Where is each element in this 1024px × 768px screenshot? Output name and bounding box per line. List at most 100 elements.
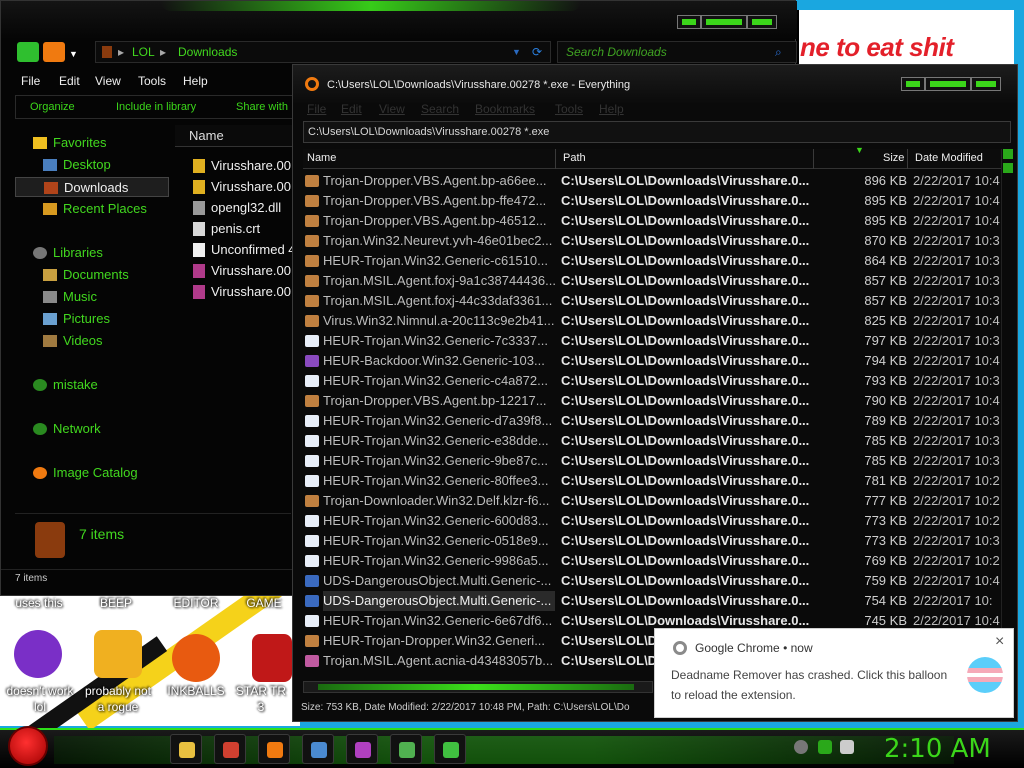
sidebar-item-libraries[interactable]: Libraries (15, 243, 169, 263)
vertical-scrollbar[interactable] (1001, 149, 1013, 689)
close-icon[interactable]: × (995, 633, 1004, 651)
back-arrow-icon[interactable] (17, 42, 39, 62)
sidebar-item-documents[interactable]: Documents (15, 265, 169, 285)
search-input[interactable]: Search Downloads (557, 41, 797, 63)
menu-search[interactable]: Search (421, 102, 459, 116)
column-header-size[interactable]: Size (883, 152, 904, 164)
include-in-library-button[interactable]: Include in library (116, 101, 196, 113)
menu-help[interactable]: Help (183, 74, 208, 88)
column-header-name[interactable]: Name (175, 125, 295, 147)
result-row[interactable]: Trojan-Dropper.VBS.Agent.bp-46512... C:\U… (303, 211, 1003, 231)
tray-arrow-icon[interactable] (794, 740, 808, 754)
menu-tools[interactable]: Tools (138, 74, 166, 88)
minimize-button[interactable] (677, 15, 701, 29)
forward-arrow-icon[interactable] (43, 42, 65, 62)
result-row[interactable]: HEUR-Trojan.Win32.Generic-7c3337... C:\Us… (303, 331, 1003, 351)
search-icon[interactable]: ⌕ (775, 45, 782, 60)
breadcrumb-item[interactable]: Downloads (178, 42, 237, 62)
sidebar-item-pictures[interactable]: Pictures (15, 309, 169, 329)
organize-button[interactable]: Organize (30, 101, 75, 113)
sidebar-item-desktop[interactable]: Desktop (15, 155, 169, 175)
result-row[interactable]: Trojan-Downloader.Win32.Delf.klzr-f6... C… (303, 491, 1003, 511)
scroll-thumb[interactable] (318, 684, 634, 690)
taskbar-clock[interactable]: 2:10 AM (884, 734, 991, 764)
result-row[interactable]: Trojan.Win32.Neurevt.yvh-46e01bec2... C:\… (303, 231, 1003, 251)
close-button[interactable] (971, 77, 1001, 91)
result-row[interactable]: HEUR-Trojan.Win32.Generic-9be87c... C:\Us… (303, 451, 1003, 471)
result-path: C:\Users\LOL\Downloads\Virusshare.0... (561, 533, 810, 548)
result-row[interactable]: Trojan-Dropper.VBS.Agent.bp-12217... C:\U… (303, 391, 1003, 411)
result-row[interactable]: UDS-DangerousObject.Multi.Generic-... C:\… (303, 571, 1003, 591)
column-header-path[interactable]: Path (563, 152, 586, 164)
menu-file[interactable]: File (21, 74, 40, 88)
file-item[interactable]: Virusshare.00 (185, 281, 305, 302)
result-row[interactable]: HEUR-Trojan.Win32.Generic-80ffee3... C:\U… (303, 471, 1003, 491)
refresh-icon[interactable]: ⟳ (532, 42, 542, 62)
sidebar-item-image-catalog[interactable]: Image Catalog (15, 463, 169, 483)
taskbar-button[interactable] (214, 734, 246, 764)
sidebar-item-videos[interactable]: Videos (15, 331, 169, 351)
file-item[interactable]: Virusshare.00 (185, 260, 305, 281)
result-row[interactable]: Trojan-Dropper.VBS.Agent.bp-ffe472... C:\… (303, 191, 1003, 211)
scroll-thumb[interactable] (1003, 163, 1013, 173)
close-button[interactable] (747, 15, 777, 29)
chrome-notification[interactable]: Google Chrome • now × Deadname Remover h… (654, 628, 1014, 718)
everything-title-bar[interactable]: C:\Users\LOL\Downloads\Virusshare.00278 … (293, 65, 1017, 105)
start-button[interactable] (8, 726, 48, 766)
taskbar-button[interactable] (434, 734, 466, 764)
result-row[interactable]: HEUR-Trojan.Win32.Generic-9986a5... C:\Us… (303, 551, 1003, 571)
maximize-button[interactable] (925, 77, 971, 91)
result-row[interactable]: HEUR-Backdoor.Win32.Generic-103... C:\Use… (303, 351, 1003, 371)
column-header-date-modified[interactable]: Date Modified (915, 152, 983, 164)
menu-edit[interactable]: Edit (341, 102, 362, 116)
address-bar[interactable]: ▸ LOL ▸ Downloads ▼ ⟳ (95, 41, 551, 63)
file-item[interactable]: penis.crt (185, 218, 305, 239)
taskbar-button[interactable] (258, 734, 290, 764)
file-item[interactable]: Virusshare.00 (185, 176, 305, 197)
result-row[interactable]: Trojan.MSIL.Agent.foxj-9a1c38744436... C:… (303, 271, 1003, 291)
menu-view[interactable]: View (95, 74, 121, 88)
taskbar-button[interactable] (346, 734, 378, 764)
sidebar-item-music[interactable]: Music (15, 287, 169, 307)
sidebar-item-downloads[interactable]: Downloads (15, 177, 169, 197)
file-item[interactable]: Unconfirmed 4 (185, 239, 305, 260)
file-item[interactable]: opengl32.dll (185, 197, 305, 218)
result-row[interactable]: Trojan.MSIL.Agent.foxj-44c33daf3361... C:… (303, 291, 1003, 311)
volume-icon[interactable] (840, 740, 854, 754)
menu-bookmarks[interactable]: Bookmarks (475, 102, 535, 116)
taskbar-button[interactable] (302, 734, 334, 764)
menu-help[interactable]: Help (599, 102, 624, 116)
result-row[interactable]: HEUR-Trojan.Win32.Generic-c61510... C:\Us… (303, 251, 1003, 271)
file-item[interactable]: Virusshare.00 (185, 155, 305, 176)
minimize-button[interactable] (901, 77, 925, 91)
network-status-icon[interactable] (818, 740, 832, 754)
menu-file[interactable]: File (307, 102, 326, 116)
result-row[interactable]: Virus.Win32.Nimnul.a-20c113c9e2b41... C:\… (303, 311, 1003, 331)
explorer-title-bar[interactable] (1, 1, 797, 39)
column-header-name[interactable]: Name (307, 152, 336, 164)
horizontal-scrollbar[interactable] (303, 681, 653, 693)
result-row[interactable]: HEUR-Trojan.Win32.Generic-e38dde... C:\Us… (303, 431, 1003, 451)
address-dropdown-icon[interactable]: ▼ (512, 42, 521, 62)
menu-view[interactable]: View (379, 102, 405, 116)
sidebar-item-favorites[interactable]: Favorites (15, 133, 169, 153)
maximize-button[interactable] (701, 15, 747, 29)
recent-pages-chevron-icon[interactable]: ▼ (69, 49, 78, 59)
result-row[interactable]: HEUR-Trojan.Win32.Generic-d7a39f8... C:\U… (303, 411, 1003, 431)
result-row[interactable]: Trojan-Dropper.VBS.Agent.bp-a66ee... C:\U… (303, 171, 1003, 191)
scroll-up-button[interactable] (1003, 149, 1013, 159)
search-input[interactable]: C:\Users\LOL\Downloads\Virusshare.00278 … (303, 121, 1011, 143)
sidebar-item-homegroup[interactable]: mistake (15, 375, 169, 395)
breadcrumb-item[interactable]: LOL (132, 42, 155, 62)
result-row[interactable]: UDS-DangerousObject.Multi.Generic-... C:\… (303, 591, 1003, 611)
result-row[interactable]: HEUR-Trojan.Win32.Generic-600d83... C:\Us… (303, 511, 1003, 531)
menu-edit[interactable]: Edit (59, 74, 80, 88)
sidebar-item-recent-places[interactable]: Recent Places (15, 199, 169, 219)
result-row[interactable]: HEUR-Trojan.Win32.Generic-0518e9... C:\Us… (303, 531, 1003, 551)
sidebar-item-network[interactable]: Network (15, 419, 169, 439)
share-with-button[interactable]: Share with (236, 101, 288, 113)
taskbar-button[interactable] (390, 734, 422, 764)
result-row[interactable]: HEUR-Trojan.Win32.Generic-c4a872... C:\Us… (303, 371, 1003, 391)
menu-tools[interactable]: Tools (555, 102, 583, 116)
taskbar-button[interactable] (170, 734, 202, 764)
